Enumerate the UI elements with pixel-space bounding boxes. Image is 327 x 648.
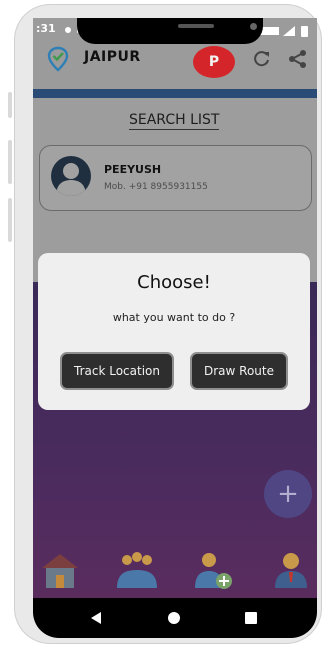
volume-up-key	[8, 92, 12, 118]
device-screen: :31 JAIPUR P SEARCH LIST PEEYUSH Mob. +9…	[33, 18, 317, 638]
status-time: :31	[36, 22, 56, 35]
refresh-icon[interactable]	[253, 50, 271, 68]
profile-icon[interactable]	[269, 548, 313, 592]
home-circle-icon[interactable]	[167, 611, 181, 625]
add-user-icon[interactable]	[191, 548, 235, 592]
choose-dialog: Choose! what you want to do ? Track Loca…	[38, 253, 310, 410]
contact-card[interactable]: PEEYUSH Mob. +91 8955931155	[39, 145, 312, 211]
dialog-message: what you want to do ?	[112, 311, 236, 324]
volume-down-key	[8, 140, 12, 184]
location-pin-check-icon	[47, 46, 69, 72]
share-icon[interactable]	[288, 49, 308, 69]
accent-strip	[33, 89, 317, 98]
contact-name: PEEYUSH	[104, 163, 162, 176]
contact-phone: Mob. +91 8955931155	[104, 182, 208, 192]
back-triangle-icon[interactable]	[89, 611, 103, 625]
track-location-button[interactable]: Track Location	[60, 352, 174, 390]
camera-notch	[77, 18, 263, 44]
draw-route-button[interactable]: Draw Route	[190, 352, 288, 390]
profile-badge[interactable]: P	[193, 46, 235, 78]
search-list-header: SEARCH LIST	[129, 112, 220, 130]
group-icon[interactable]	[115, 548, 159, 592]
user-silhouette-icon	[56, 163, 86, 196]
front-camera	[250, 23, 257, 30]
speaker-grille	[178, 24, 214, 28]
recents-square-icon[interactable]	[244, 611, 258, 625]
app-title: JAIPUR	[84, 49, 141, 65]
signal-battery-icon	[259, 26, 308, 37]
home-icon[interactable]	[38, 548, 82, 592]
android-navigation-bar	[33, 598, 317, 638]
app-bar	[33, 42, 317, 92]
dialog-title: Choose!	[137, 272, 211, 293]
power-key	[8, 198, 12, 242]
notification-dot-icon	[65, 27, 71, 33]
avatar	[51, 156, 91, 196]
add-fab-button[interactable]: +	[264, 470, 312, 518]
